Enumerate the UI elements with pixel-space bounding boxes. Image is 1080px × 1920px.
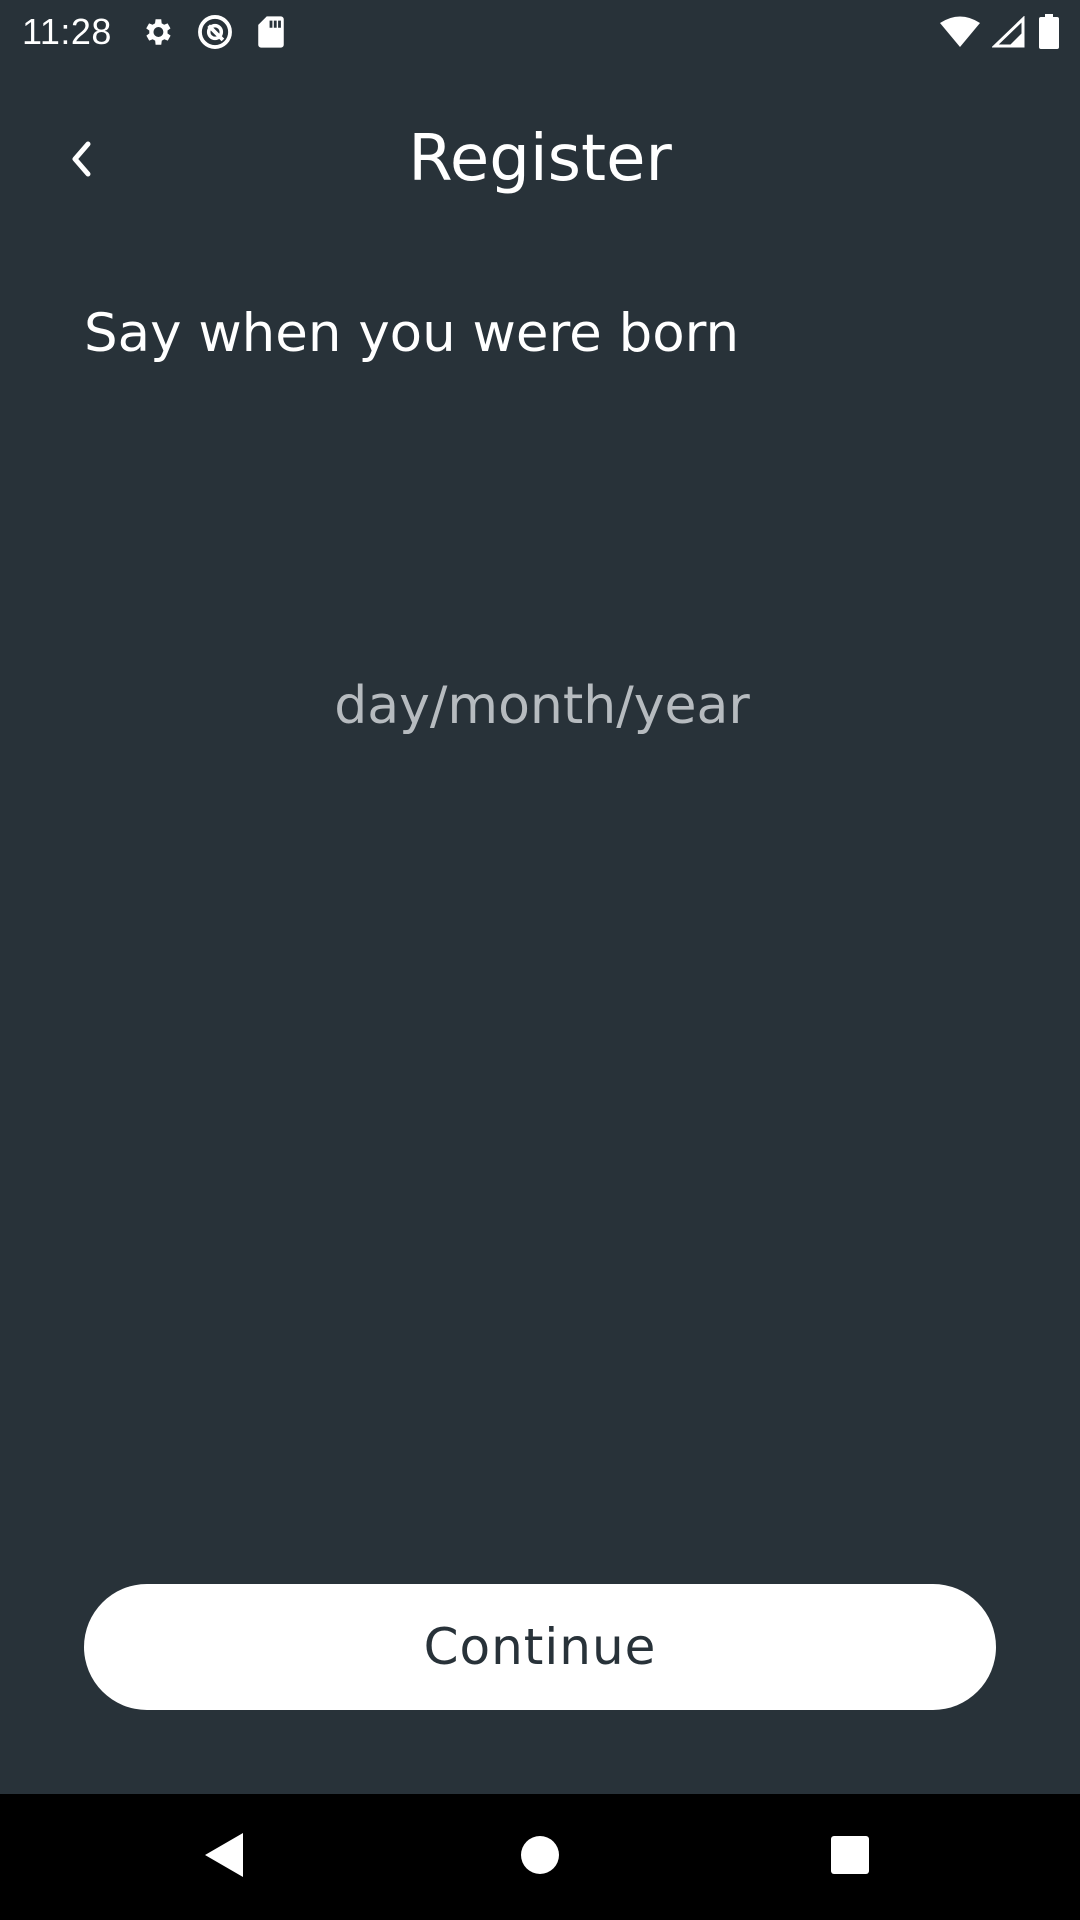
wifi-icon bbox=[940, 16, 980, 48]
nav-back-button[interactable] bbox=[155, 1794, 295, 1920]
sd-card-icon bbox=[256, 15, 286, 49]
home-circle-icon bbox=[520, 1835, 560, 1879]
status-bar: 11:28 bbox=[0, 0, 1080, 63]
do-not-disturb-icon bbox=[196, 13, 234, 51]
recents-square-icon bbox=[830, 1835, 870, 1879]
cell-signal-icon bbox=[992, 15, 1026, 48]
system-nav-bar bbox=[0, 1794, 1080, 1920]
continue-button[interactable]: Continue bbox=[84, 1584, 996, 1710]
status-right-icons bbox=[940, 13, 1060, 50]
nav-home-button[interactable] bbox=[470, 1794, 610, 1920]
back-triangle-icon bbox=[203, 1831, 247, 1883]
birthdate-field[interactable] bbox=[200, 660, 884, 752]
status-left-icons bbox=[140, 13, 286, 51]
app-bar: Register bbox=[0, 100, 1080, 230]
page-title: Register bbox=[408, 122, 672, 196]
nav-recents-button[interactable] bbox=[780, 1794, 920, 1920]
continue-label: Continue bbox=[423, 1618, 657, 1676]
status-time: 11:28 bbox=[22, 10, 112, 52]
gear-icon bbox=[140, 15, 174, 49]
birthdate-prompt: Say when you were born bbox=[84, 303, 740, 364]
battery-icon bbox=[1038, 13, 1060, 50]
